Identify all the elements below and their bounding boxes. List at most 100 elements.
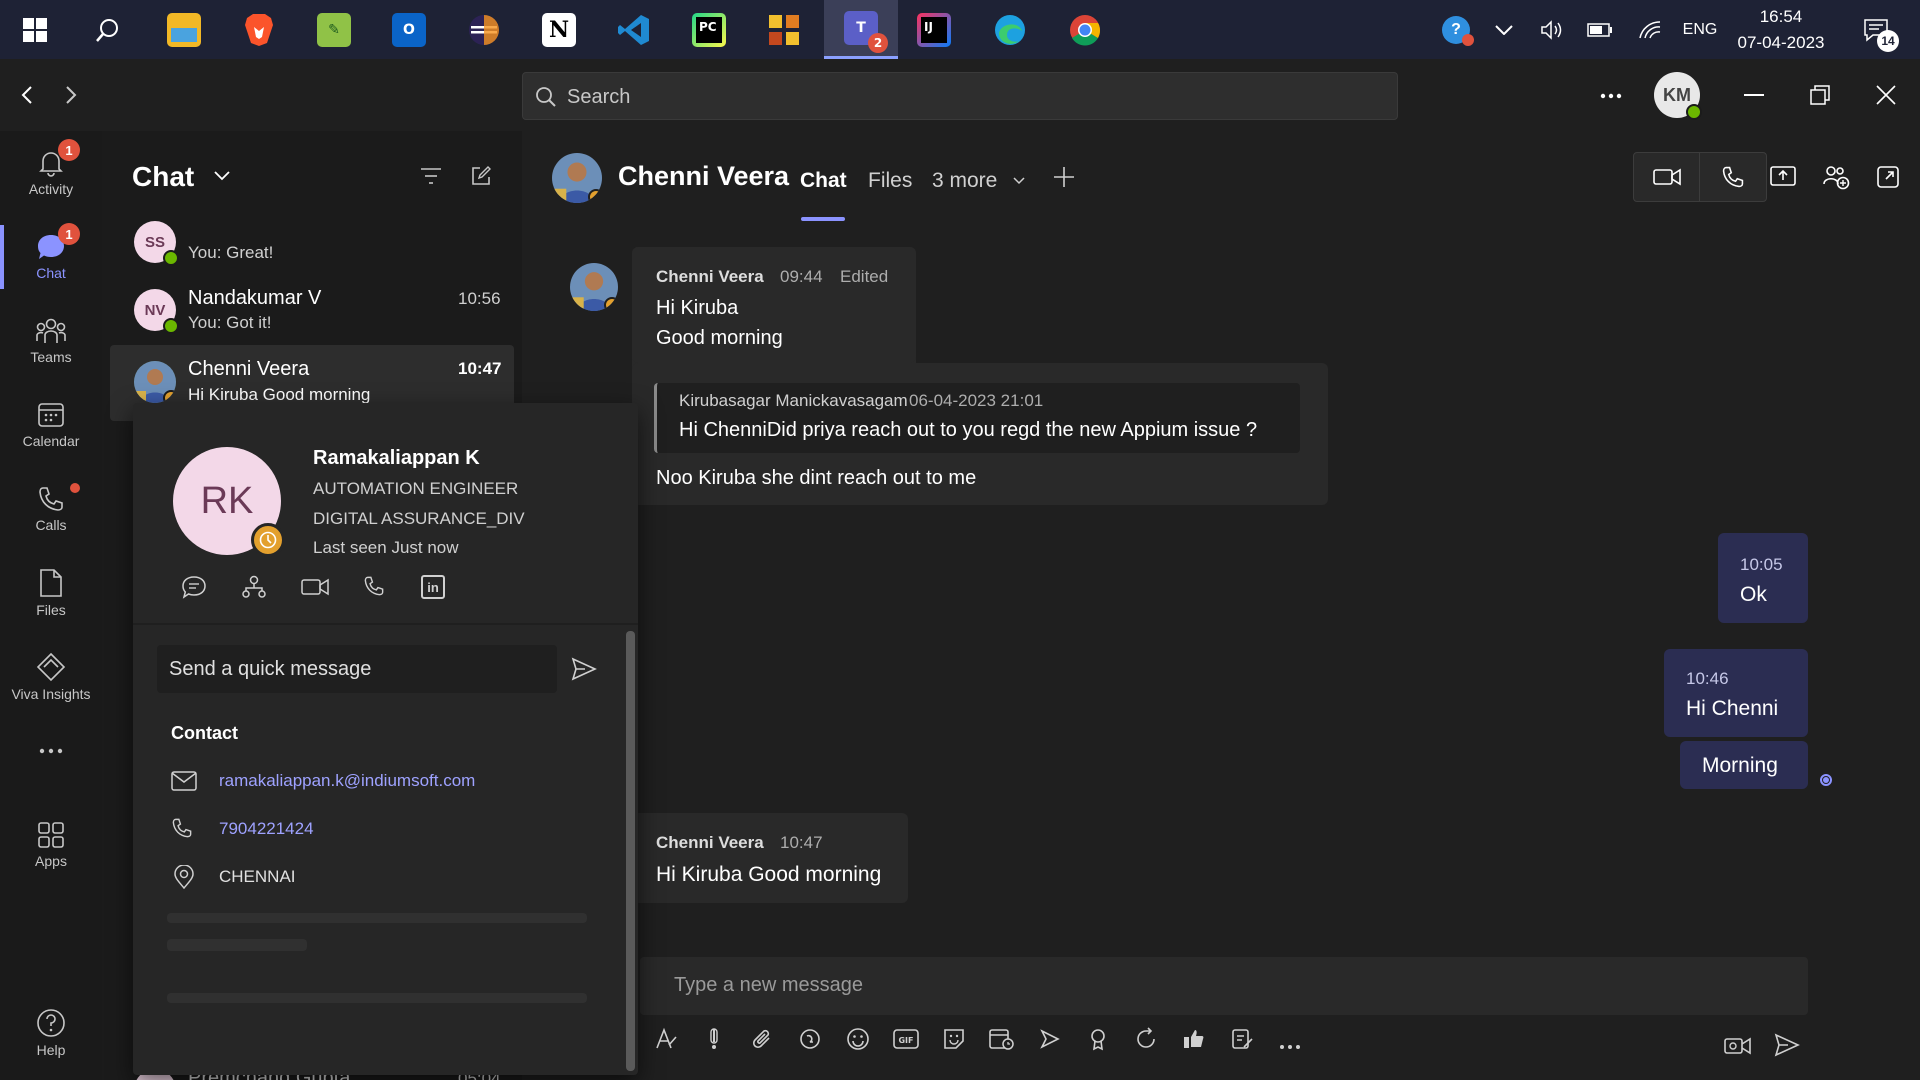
- wifi-icon[interactable]: [1632, 0, 1668, 59]
- schedule-meeting-icon[interactable]: [978, 1027, 1026, 1067]
- sticker-icon[interactable]: [930, 1027, 978, 1067]
- share-screen-icon[interactable]: [1770, 165, 1796, 187]
- language-indicator[interactable]: ENG: [1680, 0, 1720, 59]
- attach-icon[interactable]: [738, 1027, 786, 1067]
- app-bar-files[interactable]: Files: [0, 551, 102, 635]
- popover-scrollbar[interactable]: [626, 631, 635, 1071]
- format-icon[interactable]: [642, 1027, 690, 1067]
- clock[interactable]: 16:54 07-04-2023: [1728, 0, 1834, 59]
- restore-icon[interactable]: [1810, 85, 1830, 105]
- contact-name[interactable]: Chenni Veera: [618, 161, 789, 192]
- app-bar-apps[interactable]: Apps: [0, 803, 102, 887]
- more-compose-options-icon[interactable]: [1266, 1027, 1314, 1067]
- brave-browser-icon[interactable]: [235, 6, 283, 54]
- presence-away: [604, 297, 618, 311]
- notification-center-icon[interactable]: 14: [1852, 0, 1900, 59]
- edge-browser-icon[interactable]: [986, 6, 1034, 54]
- my-message-bubble[interactable]: Morning: [1680, 741, 1808, 789]
- stream-icon[interactable]: [1026, 1027, 1074, 1067]
- volume-icon[interactable]: [1534, 0, 1570, 59]
- chevron-down-icon[interactable]: [214, 171, 230, 181]
- outlook-icon[interactable]: O: [385, 6, 433, 54]
- approvals-icon[interactable]: [1170, 1027, 1218, 1067]
- tab-chat[interactable]: Chat: [800, 169, 847, 193]
- send-icon[interactable]: [1774, 1033, 1800, 1057]
- tab-more-chevron-icon[interactable]: [1013, 177, 1025, 185]
- app-bar-activity[interactable]: 1 Activity: [0, 131, 102, 215]
- my-message-bubble[interactable]: 10:05 Ok: [1718, 533, 1808, 623]
- help-icon: [37, 1009, 65, 1037]
- minimize-icon[interactable]: [1744, 94, 1764, 96]
- close-window-icon[interactable]: [1876, 85, 1896, 105]
- audio-call-icon[interactable]: [1700, 153, 1766, 201]
- windows-start-icon[interactable]: [11, 6, 59, 54]
- add-tab-icon[interactable]: [1052, 165, 1076, 189]
- chevron-up-tray-icon[interactable]: [1488, 0, 1520, 59]
- compose-box[interactable]: Type a new message: [640, 957, 1808, 1015]
- file-explorer-icon[interactable]: [160, 6, 208, 54]
- my-message-bubble[interactable]: 10:46 Hi Chenni: [1664, 649, 1808, 737]
- chrome-browser-icon[interactable]: [1061, 6, 1109, 54]
- quick-message-input[interactable]: Send a quick message: [157, 645, 557, 693]
- app-bar-calls[interactable]: Calls: [0, 467, 102, 551]
- message-text: Ok: [1740, 583, 1767, 606]
- chat-list-title[interactable]: Chat: [132, 161, 194, 193]
- pycharm-icon[interactable]: PC: [685, 6, 733, 54]
- quoted-message[interactable]: Kirubasagar Manickavasagam 06-04-2023 21…: [654, 383, 1300, 453]
- message-bubble[interactable]: Kirubasagar Manickavasagam 06-04-2023 21…: [632, 363, 1328, 505]
- message-bubble[interactable]: Chenni Veera 10:47 Hi Kiruba Good mornin…: [632, 813, 908, 903]
- tab-files[interactable]: Files: [868, 169, 912, 193]
- profile-org-chart-icon[interactable]: [241, 575, 267, 599]
- video-clip-icon[interactable]: [1724, 1033, 1752, 1057]
- refresh-icon[interactable]: [1122, 1027, 1170, 1067]
- message-bubble[interactable]: Chenni Veera 09:44 Edited Hi Kiruba Good…: [632, 247, 916, 363]
- profile-chat-icon[interactable]: [181, 575, 207, 599]
- forward-arrow-icon[interactable]: [64, 85, 78, 105]
- app-icon[interactable]: [760, 6, 808, 54]
- message-text: Noo Kiruba she dint reach out to me: [656, 467, 977, 489]
- chat-list-item[interactable]: SS You: Great!: [110, 221, 514, 275]
- forms-icon[interactable]: [1218, 1027, 1266, 1067]
- emoji-icon[interactable]: [834, 1027, 882, 1067]
- message-sender-avatar[interactable]: [570, 263, 618, 311]
- notion-icon[interactable]: N: [535, 6, 583, 54]
- avatar-initials: NV: [144, 301, 166, 319]
- taskbar-search-icon[interactable]: [84, 6, 132, 54]
- microsoft-teams-icon[interactable]: T 2: [824, 0, 898, 59]
- gif-icon[interactable]: GIF: [882, 1027, 930, 1067]
- filter-icon[interactable]: [420, 167, 442, 185]
- contact-phone-link[interactable]: 7904221424: [219, 819, 314, 839]
- app-bar-help[interactable]: Help: [0, 991, 102, 1075]
- app-bar-calendar[interactable]: Calendar: [0, 383, 102, 467]
- contact-email-link[interactable]: ramakaliappan.k@indiumsoft.com: [219, 771, 475, 791]
- add-people-icon[interactable]: [1822, 164, 1850, 190]
- loop-icon[interactable]: [786, 1027, 834, 1067]
- chat-list-item[interactable]: NV Nandakumar V You: Got it! 10:56: [110, 275, 514, 345]
- user-avatar[interactable]: KM: [1654, 72, 1702, 120]
- new-chat-icon[interactable]: [470, 165, 492, 187]
- app-bar-more[interactable]: [0, 721, 102, 781]
- search-input[interactable]: Search: [522, 72, 1398, 120]
- notepad-plus-plus-icon[interactable]: ✎: [310, 6, 358, 54]
- app-bar-chat[interactable]: 1 Chat: [0, 215, 102, 299]
- priority-icon[interactable]: [690, 1027, 738, 1067]
- video-call-icon[interactable]: [1634, 153, 1700, 201]
- quick-message-send-icon[interactable]: [571, 657, 597, 681]
- help-tray-icon[interactable]: ?: [1436, 0, 1476, 59]
- clock-icon: [251, 523, 285, 557]
- more-options-icon[interactable]: [1600, 93, 1622, 99]
- tab-more[interactable]: 3 more: [932, 169, 997, 193]
- battery-icon[interactable]: [1582, 0, 1618, 59]
- linkedin-icon[interactable]: in: [421, 575, 445, 599]
- back-arrow-icon[interactable]: [20, 85, 34, 105]
- vscode-icon[interactable]: [610, 6, 658, 54]
- profile-video-call-icon[interactable]: [301, 577, 329, 597]
- profile-audio-call-icon[interactable]: [363, 575, 385, 597]
- praise-icon[interactable]: [1074, 1027, 1122, 1067]
- eclipse-icon[interactable]: [460, 6, 508, 54]
- app-bar-teams[interactable]: Teams: [0, 299, 102, 383]
- contact-avatar[interactable]: [552, 153, 602, 203]
- intellij-icon[interactable]: IJ: [910, 6, 958, 54]
- app-bar-viva-insights[interactable]: Viva Insights: [0, 635, 102, 719]
- pop-out-chat-icon[interactable]: [1876, 165, 1900, 189]
